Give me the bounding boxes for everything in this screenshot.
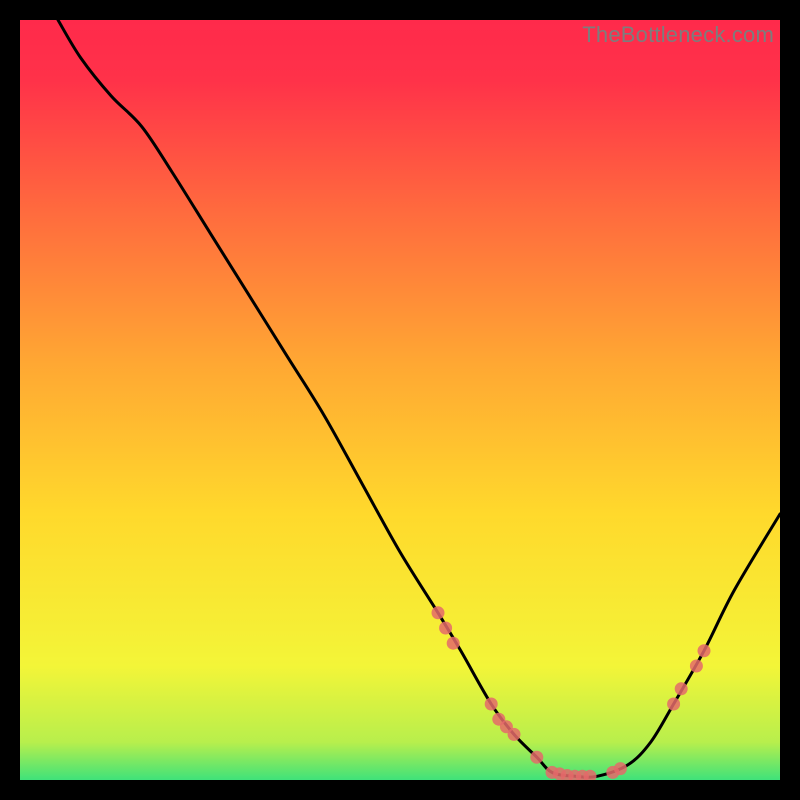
curve-marker [432, 606, 445, 619]
curve-marker [439, 622, 452, 635]
watermark-label: TheBottleneck.com [582, 22, 774, 48]
curve-marker [675, 682, 688, 695]
curve-marker [690, 660, 703, 673]
curve-marker [508, 728, 521, 741]
curve-marker [530, 751, 543, 764]
curve-marker [485, 698, 498, 711]
curve-marker [667, 698, 680, 711]
curve-marker [698, 644, 711, 657]
bottleneck-chart [20, 20, 780, 780]
curve-marker [614, 762, 627, 775]
chart-background [20, 20, 780, 780]
chart-frame: TheBottleneck.com [20, 20, 780, 780]
curve-marker [447, 637, 460, 650]
